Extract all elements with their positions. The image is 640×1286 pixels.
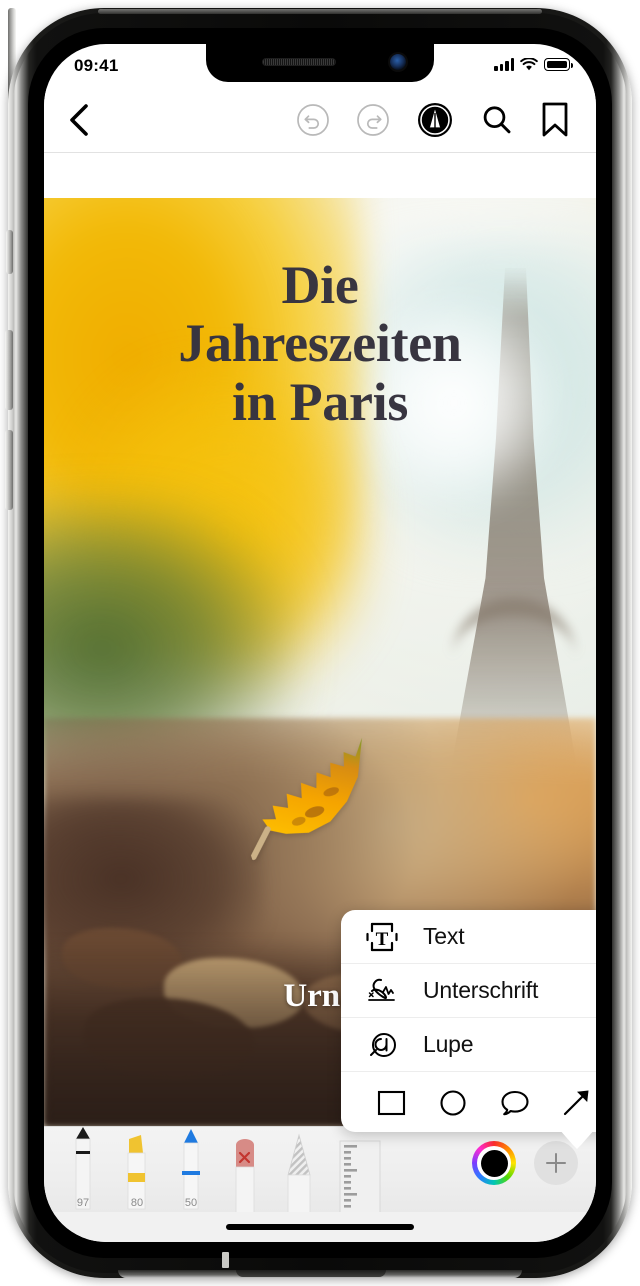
popup-item-signature[interactable]: Unterschrift [341, 964, 596, 1018]
search-button[interactable] [480, 103, 514, 137]
plus-icon-vertical [554, 1153, 558, 1173]
phone-screen: 09:41 Die Jahreszeiten in Paris Urna T T… [44, 44, 596, 1242]
status-bar-clock: 09:41 [74, 56, 119, 75]
color-wheel-ring [477, 1146, 511, 1180]
highlighter-tool-opacity-label: 80 [130, 1197, 144, 1209]
earpiece-speaker-icon [262, 58, 336, 66]
highlighter-tool[interactable]: 80 [110, 1127, 164, 1213]
home-indicator[interactable] [226, 1224, 414, 1230]
text-box-icon: T [366, 922, 398, 951]
eiffel-tower-arch-blur [452, 598, 576, 728]
markup-button[interactable] [416, 101, 454, 139]
silent-switch-button[interactable] [6, 230, 13, 274]
nav-bar-divider [44, 152, 596, 153]
color-wheel-picker[interactable] [472, 1141, 516, 1185]
pen-tool-opacity-label: 97 [76, 1197, 90, 1209]
front-camera-icon [390, 54, 406, 70]
markup-add-popup-menu: T Text Unterschrift Lupe [341, 910, 596, 1149]
add-tool-button[interactable] [534, 1141, 578, 1185]
eraser-tool[interactable] [218, 1127, 272, 1214]
document-title-line-3: in Paris [231, 371, 409, 432]
ruler-tool[interactable] [326, 1127, 392, 1214]
device-bottom-antenna-dot [222, 1252, 229, 1268]
volume-down-button[interactable] [5, 430, 13, 510]
redo-button[interactable] [356, 103, 390, 137]
svg-text:T: T [376, 929, 389, 950]
popup-item-loupe-label: Lupe [423, 1031, 474, 1057]
display-notch [206, 44, 434, 82]
volume-up-button[interactable] [5, 330, 13, 410]
popup-item-text[interactable]: T Text [341, 910, 596, 964]
app-navigation-bar [44, 88, 596, 152]
iphone-device-frame: 09:41 Die Jahreszeiten in Paris Urna T T… [5, 8, 632, 1278]
document-title-line-2: Jahreszeiten [178, 313, 462, 374]
speech-bubble-shape-icon[interactable] [498, 1086, 532, 1118]
palette-right-controls [472, 1141, 578, 1185]
selected-color-swatch [480, 1149, 508, 1177]
bookmark-button[interactable] [540, 102, 570, 138]
pencil-tool[interactable] [272, 1127, 326, 1214]
wifi-icon [520, 58, 538, 71]
status-bar-indicators [494, 58, 573, 71]
device-top-antenna-line [98, 9, 542, 14]
back-button[interactable] [66, 103, 92, 137]
square-shape-icon[interactable] [376, 1086, 408, 1118]
document-title: Die Jahreszeiten in Paris [44, 256, 596, 431]
signature-icon [368, 978, 395, 1001]
pen-tool[interactable]: 97 [56, 1127, 110, 1213]
circle-shape-icon[interactable] [437, 1086, 469, 1118]
document-top-margin [44, 153, 596, 198]
popup-item-loupe[interactable]: Lupe [341, 1018, 596, 1072]
undo-button[interactable] [296, 103, 330, 137]
marker-tool[interactable]: 50 [164, 1127, 218, 1213]
palette-tools: 97 80 50 [56, 1127, 392, 1214]
document-title-line-1: Die [281, 255, 359, 315]
device-bottom-speaker-cut [236, 1270, 386, 1277]
popup-item-signature-label: Unterschrift [423, 977, 539, 1003]
marker-tool-opacity-label: 50 [184, 1197, 198, 1209]
popup-shapes-row [341, 1072, 596, 1132]
nav-bar-actions [296, 101, 570, 139]
battery-full-icon [544, 58, 573, 71]
magnifier-loupe-icon [370, 1032, 396, 1057]
popup-menu-list: T Text Unterschrift Lupe [341, 910, 596, 1132]
popup-item-text-label: Text [423, 923, 465, 949]
cellular-signal-icon [494, 58, 514, 71]
arrow-shape-icon[interactable] [561, 1086, 593, 1118]
markup-tool-palette: 97 80 50 [44, 1126, 596, 1214]
